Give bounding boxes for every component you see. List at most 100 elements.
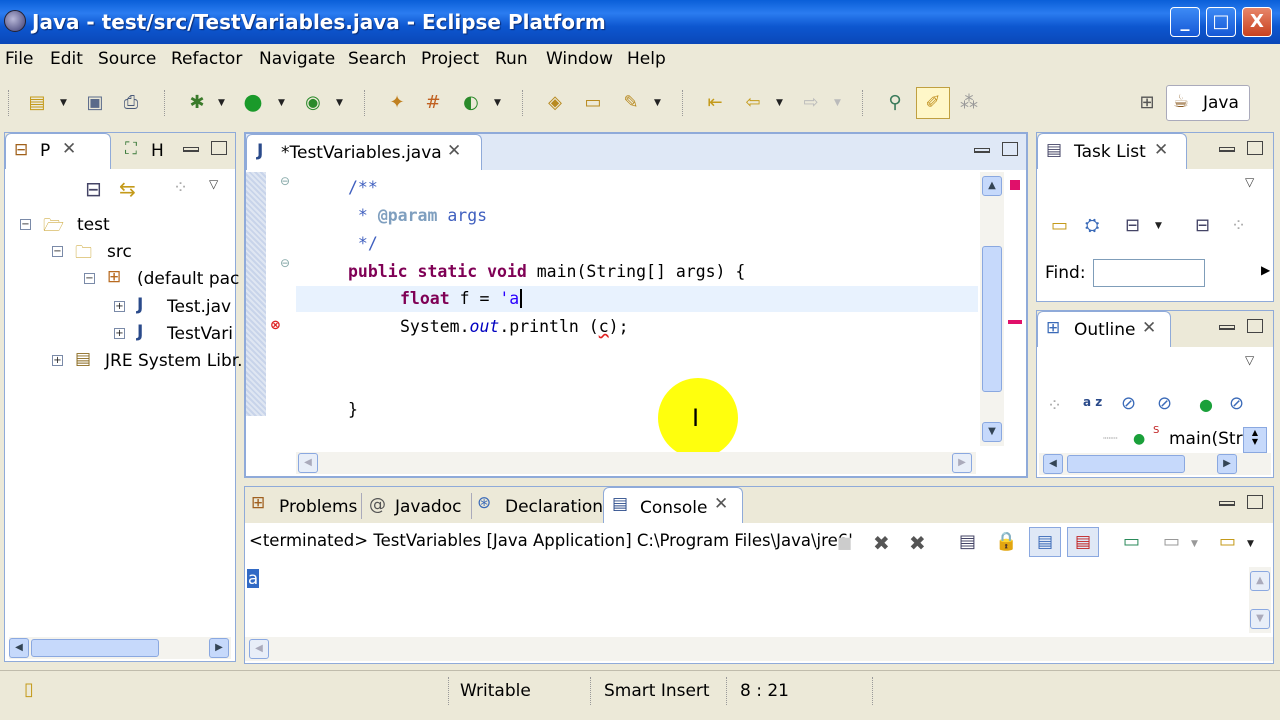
scroll-down-icon[interactable]: ▼ (1250, 609, 1270, 629)
perspective-java-button[interactable]: ☕ Java (1166, 85, 1250, 121)
view-menu-icon[interactable]: ▽ (209, 177, 218, 191)
find-input[interactable] (1093, 259, 1205, 287)
collapse-all-icon[interactable]: ⊟ (1195, 215, 1210, 236)
maximize-view-icon[interactable] (211, 141, 227, 155)
new-icon[interactable]: ▤ (24, 90, 50, 116)
terminate-icon[interactable]: ■ (837, 533, 852, 552)
editor-vertical-scrollbar[interactable]: ▲ ▼ (980, 172, 1004, 446)
code-line-5[interactable]: float f = 'a (400, 289, 523, 308)
maximize-button[interactable]: □ (1206, 7, 1236, 37)
scroll-up-icon[interactable]: ▲ (982, 176, 1002, 196)
outline-vertical-scrollbar[interactable]: ▲ ▼ (1243, 427, 1267, 453)
scroll-left-icon[interactable]: ◀ (9, 638, 29, 658)
show-on-stderr-icon[interactable]: ▤ (1067, 527, 1099, 557)
collapse-icon[interactable]: − (84, 273, 95, 284)
search-icon[interactable]: ✎ (618, 90, 644, 116)
sort-icon[interactable]: a z (1083, 395, 1102, 409)
collapse-all-icon[interactable]: ⊟ (85, 177, 102, 201)
new-java-package-icon[interactable]: # (420, 90, 446, 116)
collapse-icon[interactable]: − (52, 246, 63, 257)
back-icon[interactable]: ⇦ (740, 90, 766, 116)
view-menu-icon[interactable]: ▽ (1245, 175, 1254, 189)
link-with-editor-icon[interactable]: ⇆ (119, 177, 136, 201)
scrollbar-thumb[interactable] (31, 639, 159, 657)
close-icon[interactable]: ✕ (62, 139, 76, 159)
tab-hierarchy[interactable]: H (151, 141, 164, 161)
debug-icon[interactable]: ✱ (184, 90, 210, 116)
view-options-icon[interactable]: ⁘ (1047, 395, 1062, 416)
view-options-icon[interactable]: ⁘ (1231, 215, 1246, 236)
menu-navigate[interactable]: Navigate (259, 49, 335, 69)
maximize-view-icon[interactable] (1247, 319, 1263, 333)
editor-horizontal-scrollbar[interactable]: ◀ ▶ (296, 452, 976, 474)
hide-static-icon[interactable]: ⊘ (1157, 393, 1172, 414)
maximize-view-icon[interactable] (1002, 142, 1018, 156)
expand-icon[interactable]: + (114, 328, 125, 339)
fold-icon[interactable]: ⊖ (280, 174, 290, 188)
scroll-up-icon[interactable]: ▲ (1250, 571, 1270, 591)
hide-nonpublic-icon[interactable]: ● (1199, 395, 1213, 414)
expand-icon[interactable]: + (114, 301, 125, 312)
chevron-down-icon[interactable]: ▼ (654, 98, 661, 108)
tab-task-list[interactable]: ▤ Task List ✕ (1037, 133, 1187, 169)
open-folder-icon[interactable]: ▭ (580, 90, 606, 116)
fast-view-icon[interactable]: ▯ (24, 679, 34, 700)
tab-console[interactable]: ▤ Console ✕ (603, 487, 743, 523)
minimize-view-icon[interactable] (1219, 147, 1235, 152)
chevron-down-icon[interactable]: ▼ (494, 98, 501, 108)
mark-occurrences-icon[interactable]: ✐ (916, 87, 950, 119)
minimize-view-icon[interactable] (183, 147, 199, 152)
menu-edit[interactable]: Edit (50, 49, 83, 69)
focus-icon[interactable]: ⊟ (1125, 215, 1140, 236)
scroll-down-icon[interactable]: ▼ (982, 422, 1002, 442)
tab-testvariables[interactable]: J *TestVariables.java ✕ (246, 134, 482, 170)
remove-all-launches-icon[interactable]: ✖ (909, 531, 926, 555)
tab-javadoc[interactable]: Javadoc (395, 497, 461, 517)
menu-search[interactable]: Search (348, 49, 406, 69)
minimize-view-icon[interactable] (1219, 501, 1235, 506)
menu-file[interactable]: File (5, 49, 33, 69)
hide-fields-icon[interactable]: ⊘ (1121, 393, 1136, 414)
hide-local-types-icon[interactable]: ⊘ (1229, 393, 1244, 414)
tab-problems[interactable]: Problems (279, 497, 357, 517)
tab-declaration[interactable]: Declaration (505, 497, 603, 517)
minimize-view-icon[interactable] (1219, 325, 1235, 330)
scroll-left-icon[interactable]: ◀ (298, 453, 318, 473)
show-on-stdout-icon[interactable]: ▤ (1029, 527, 1061, 557)
outline-item-main[interactable]: ┈┈ ● S main(Strin (1037, 425, 1273, 453)
close-icon[interactable]: ✕ (1154, 140, 1168, 160)
new-java-class-icon[interactable]: ◐ (458, 90, 484, 116)
last-edit-icon[interactable]: ⇤ (702, 90, 728, 116)
tab-package-explorer[interactable]: ⊟ P ✕ (5, 133, 111, 169)
toggle-breadcrumb-icon[interactable]: ⚲ (882, 90, 908, 116)
console-vertical-scrollbar[interactable]: ▲ ▼ (1249, 567, 1271, 633)
minimize-view-icon[interactable] (974, 148, 990, 153)
run-external-tools-icon[interactable]: ◉ (300, 90, 326, 116)
close-button[interactable]: X (1242, 7, 1272, 37)
scroll-right-icon[interactable]: ▶ (209, 638, 229, 658)
chevron-down-icon[interactable]: ▼ (60, 98, 67, 108)
console-horizontal-scrollbar[interactable]: ◀ (245, 637, 1273, 661)
scroll-right-icon[interactable]: ▶ (952, 453, 972, 473)
error-overview-marker[interactable] (1010, 180, 1020, 190)
menu-source[interactable]: Source (98, 49, 156, 69)
print-icon[interactable]: ⎙ (118, 90, 144, 116)
chevron-down-icon[interactable]: ▼ (776, 98, 783, 108)
minimize-button[interactable]: _ (1170, 7, 1200, 37)
scroll-left-icon[interactable]: ◀ (249, 639, 269, 659)
new-task-icon[interactable]: ▭ (1051, 215, 1068, 236)
menu-window[interactable]: Window (546, 49, 613, 69)
fold-icon[interactable]: ⊖ (280, 256, 290, 270)
view-menu-icon[interactable]: ▽ (1245, 353, 1254, 367)
menu-project[interactable]: Project (421, 49, 479, 69)
maximize-view-icon[interactable] (1247, 495, 1263, 509)
close-icon[interactable]: ✕ (1142, 318, 1156, 338)
tab-outline[interactable]: ⊞ Outline ✕ (1037, 311, 1171, 347)
collapse-icon[interactable]: − (20, 219, 31, 230)
clear-console-icon[interactable]: ▤ (959, 531, 976, 552)
scroll-lock-icon[interactable]: 🔒 (995, 531, 1017, 552)
error-overview-marker[interactable] (1008, 320, 1022, 324)
show-whitespace-icon[interactable]: ⁂ (956, 90, 982, 116)
forward-icon[interactable]: ⇨ (798, 90, 824, 116)
chevron-down-icon[interactable]: ▼ (218, 98, 225, 108)
